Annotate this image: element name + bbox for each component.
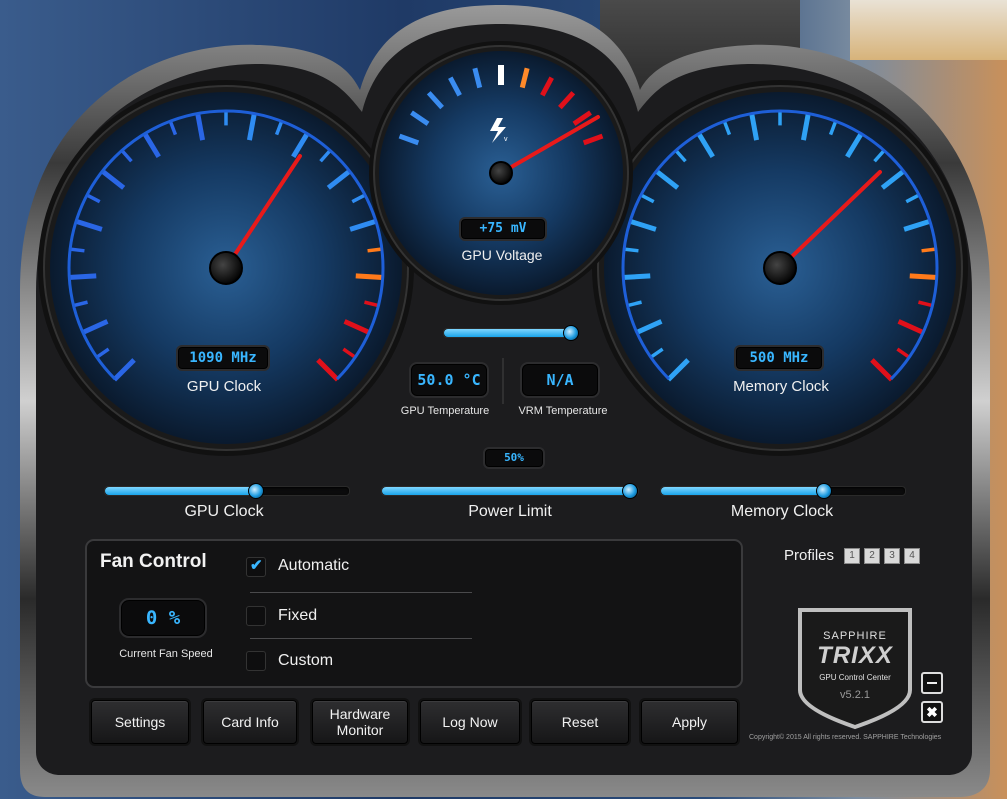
fan-control-title: Fan Control: [100, 551, 207, 572]
gpu-temperature-readout: 50.0 °C: [409, 362, 489, 398]
current-fan-speed-label: Current Fan Speed: [119, 648, 213, 660]
card-info-button[interactable]: Card Info: [203, 700, 297, 744]
gpu-clock-gauge-label: GPU Clock: [186, 378, 262, 395]
minimize-icon: [927, 682, 937, 684]
settings-button[interactable]: Settings: [91, 700, 189, 744]
gauge-tick: [68, 273, 97, 281]
automatic-checkbox[interactable]: ✔: [246, 557, 266, 577]
memory-clock-slider[interactable]: [660, 483, 906, 499]
profile-3-button[interactable]: 3: [884, 548, 900, 564]
power-limit-readout: 50%: [483, 447, 545, 469]
log-now-button[interactable]: Log Now: [420, 700, 520, 744]
hardware-monitor-button[interactable]: Hardware Monitor: [312, 700, 408, 744]
power-limit-slider[interactable]: [381, 483, 639, 499]
automatic-option-label: Automatic: [278, 557, 350, 574]
hardware-monitor-label-line2: Monitor: [336, 722, 384, 738]
gpu-voltage-readout: +75 mV: [459, 217, 547, 241]
current-fan-speed-readout: 0 %: [119, 598, 207, 638]
gpu-clock-slider-label: GPU Clock: [184, 503, 264, 520]
copyright-text: Copyright© 2015 All rights reserved. SAP…: [749, 734, 942, 741]
gpu-clock-readout: 1090 MHz: [176, 345, 270, 371]
minimize-button[interactable]: [921, 672, 943, 694]
gpu-temperature-label: GPU Temperature: [400, 405, 490, 417]
memory-clock-readout: 500 MHz: [734, 345, 824, 371]
fixed-option-label: Fixed: [278, 607, 318, 624]
profiles-label: Profiles: [784, 547, 835, 564]
sapphire-brand-text: SAPPHIRE: [823, 630, 887, 642]
gpu-voltage-needle-hub: [489, 161, 513, 185]
fan-option-divider: [250, 638, 472, 639]
gpu-clock-needle-hub: [209, 251, 243, 285]
custom-option-label: Custom: [278, 652, 334, 669]
close-icon: ✖: [926, 704, 938, 720]
gauge-tick: [355, 273, 384, 281]
profile-2-button[interactable]: 2: [864, 548, 880, 564]
reset-button[interactable]: Reset: [531, 700, 629, 744]
close-button[interactable]: ✖: [921, 701, 943, 723]
custom-checkbox[interactable]: [246, 651, 266, 671]
trixx-product-text: TRIXX: [817, 642, 893, 669]
gpu-clock-slider[interactable]: [104, 483, 350, 499]
version-text: v5.2.1: [840, 689, 870, 701]
gpu-voltage-gauge-label: GPU Voltage: [461, 247, 543, 263]
checkmark-icon: ✔: [250, 557, 263, 574]
memory-clock-slider-label: Memory Clock: [730, 503, 834, 520]
gpu-voltage-slider[interactable]: [443, 325, 580, 341]
vrm-temperature-readout: N/A: [520, 362, 600, 398]
hardware-monitor-label-line1: Hardware: [329, 706, 391, 722]
profile-1-button[interactable]: 1: [844, 548, 860, 564]
memory-clock-slider-fill: [661, 487, 825, 495]
profile-4-button[interactable]: 4: [904, 548, 920, 564]
power-limit-slider-fill: [382, 487, 631, 495]
vrm-temperature-label: VRM Temperature: [518, 405, 608, 417]
memory-clock-gauge-label: Memory Clock: [733, 378, 829, 395]
power-limit-slider-label: Power Limit: [468, 503, 552, 520]
gpu-voltage-slider-fill: [444, 329, 572, 337]
gpu-control-center-text: GPU Control Center: [819, 673, 891, 682]
fan-option-divider: [250, 592, 472, 593]
memory-clock-needle-hub: [763, 251, 797, 285]
gauge-tick: [909, 273, 938, 281]
gauge-tick: [622, 273, 651, 281]
gpu-clock-slider-fill: [105, 487, 257, 495]
apply-button[interactable]: Apply: [641, 700, 738, 744]
voltage-unit-mark: v: [504, 136, 508, 143]
fixed-checkbox[interactable]: [246, 606, 266, 626]
